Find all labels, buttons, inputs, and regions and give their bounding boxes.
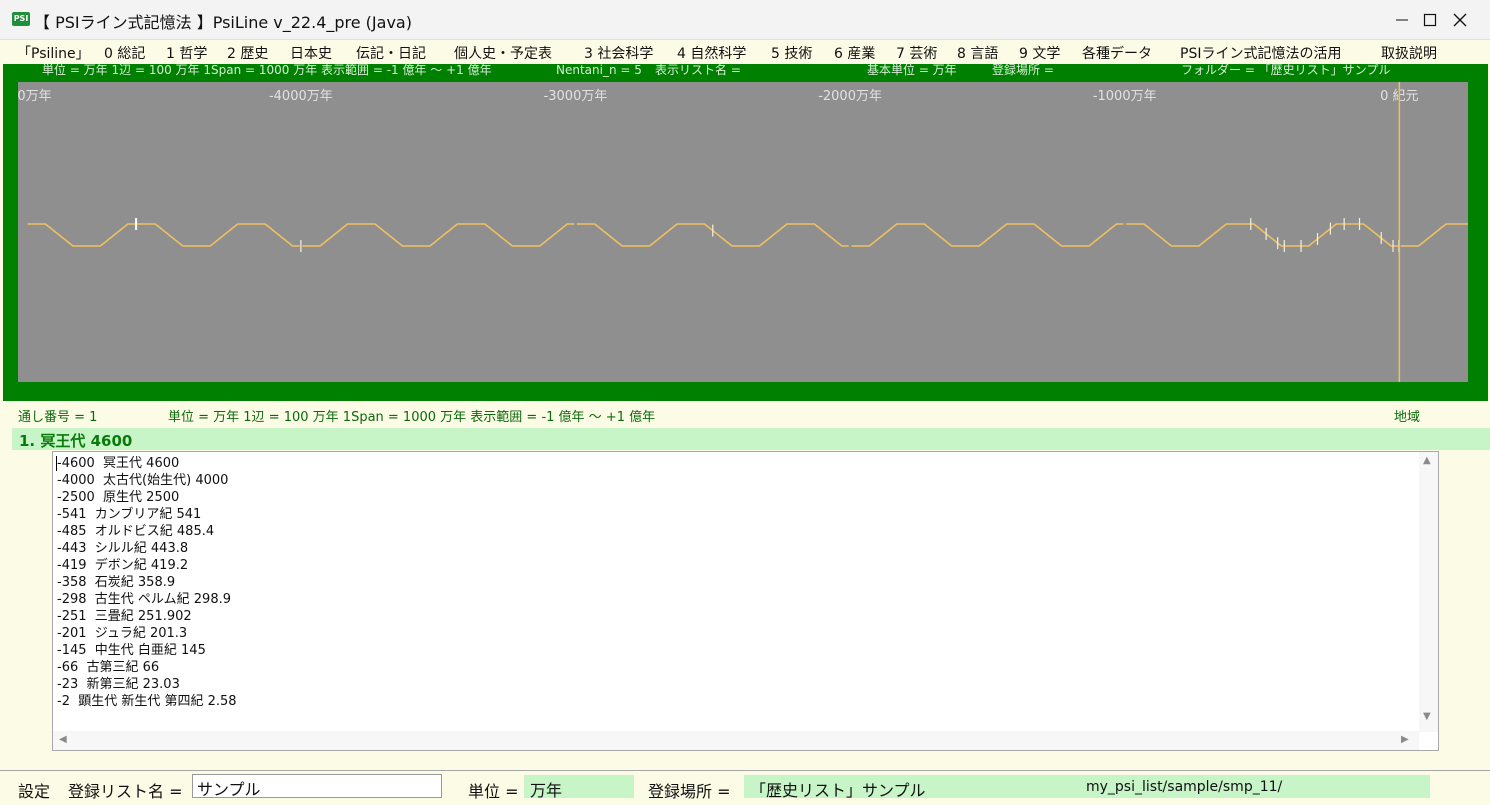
- menu-general[interactable]: 0 総記: [104, 43, 145, 63]
- scroll-left-icon[interactable]: ◀: [59, 734, 67, 745]
- header-base-unit: 基本単位 = 万年: [867, 63, 957, 77]
- event-list: -4600 冥王代 4600 -4000 太古代(始生代) 4000 -2500 原…: [57, 455, 237, 710]
- path-value: my_psi_list/sample/smp_11/: [1080, 775, 1430, 798]
- tick-label: -4000万年: [269, 89, 333, 104]
- header-location: 登録場所 =: [992, 63, 1054, 77]
- location-label: 登録場所 =: [648, 782, 731, 801]
- menu-language[interactable]: 8 言語: [957, 43, 998, 63]
- timeline-plot[interactable]: 000万年-4000万年-3000万年-2000万年-1000万年0 紀元: [18, 82, 1468, 382]
- list-name-input[interactable]: サンプル: [192, 774, 442, 799]
- event-list-textarea[interactable]: -4600 冥王代 4600 -4000 太古代(始生代) 4000 -2500 原…: [52, 451, 1439, 751]
- scroll-down-icon[interactable]: ▼: [1423, 711, 1431, 722]
- menu-history[interactable]: 2 歴史: [227, 43, 268, 63]
- menu-manual[interactable]: 取扱説明: [1381, 43, 1437, 63]
- list-line: -2 顕生代 新生代 第四紀 2.58: [57, 694, 237, 709]
- header-folder: フォルダー = 「歴史リスト」サンプル: [1181, 63, 1391, 77]
- unit-label: 単位 =: [468, 782, 519, 801]
- list-line: -4000 太古代(始生代) 4000: [57, 473, 229, 488]
- close-button[interactable]: [1431, 0, 1489, 40]
- menu-biography-diary[interactable]: 伝記・日記: [356, 43, 426, 63]
- timeline-span-line: [1400, 223, 1468, 247]
- menu-bar: 「Psiline」 0 総記 1 哲学 2 歴史 日本史 伝記・日記 個人史・予…: [0, 40, 1490, 64]
- bottom-bar: 設定 登録リスト名 = サンプル 単位 = 万年 登録場所 = 「歴史リスト」サ…: [0, 770, 1490, 805]
- menu-data[interactable]: 各種データ: [1082, 43, 1152, 63]
- list-line: -2500 原生代 2500: [57, 490, 180, 505]
- menu-natural-science[interactable]: 4 自然科学: [677, 43, 746, 63]
- header-nentani: Nentani_n = 5: [556, 63, 642, 77]
- menu-industry[interactable]: 6 産業: [834, 43, 875, 63]
- window-title: 【 PSIライン式記憶法 】PsiLine v_22.4_pre (Java): [34, 13, 412, 32]
- serial-number: 通し番号 = 1: [18, 410, 98, 425]
- app-icon: PSI: [12, 12, 30, 26]
- list-line: -298 古生代 ペルム紀 298.9: [57, 592, 231, 607]
- menu-social-science[interactable]: 3 社会科学: [584, 43, 653, 63]
- list-line: -66 古第三紀 66: [57, 660, 160, 675]
- list-line: -23 新第三紀 23.03: [57, 677, 180, 692]
- status-unit-info: 単位 = 万年 1辺 = 100 万年 1Span = 1000 万年 表示範囲…: [168, 410, 656, 425]
- scroll-up-icon[interactable]: ▲: [1423, 455, 1431, 466]
- list-line: -419 デボン紀 419.2: [57, 558, 189, 573]
- timeline-span-line: [1126, 223, 1398, 247]
- header-unit-info: 単位 = 万年 1辺 = 100 万年 1Span = 1000 万年 表示範囲…: [42, 63, 492, 77]
- menu-psiline[interactable]: 「Psiline」: [17, 43, 90, 63]
- settings-button[interactable]: 設定: [18, 778, 50, 802]
- close-icon: [1453, 13, 1467, 27]
- list-line: -4600 冥王代 4600: [57, 456, 180, 471]
- location-value: 「歴史リスト」サンプル: [744, 775, 1080, 800]
- selected-item-title: 1. 冥王代 4600: [19, 432, 133, 450]
- horizontal-scrollbar[interactable]: ◀ ▶: [53, 731, 1419, 750]
- title-bar: PSI 【 PSIライン式記憶法 】PsiLine v_22.4_pre (Ja…: [0, 0, 1490, 40]
- list-line: -145 中生代 白亜紀 145: [57, 643, 206, 658]
- scroll-right-icon[interactable]: ▶: [1401, 734, 1409, 745]
- menu-philosophy[interactable]: 1 哲学: [166, 43, 207, 63]
- menu-literature[interactable]: 9 文学: [1019, 43, 1060, 63]
- list-line: -485 オルドビス紀 485.4: [57, 524, 215, 539]
- menu-personal-history[interactable]: 個人史・予定表: [454, 43, 552, 63]
- list-name-label: 登録リスト名 =: [68, 782, 183, 801]
- menu-arts[interactable]: 7 芸術: [896, 43, 937, 63]
- header-list-name: 表示リスト名 =: [655, 63, 741, 77]
- list-line: -251 三畳紀 251.902: [57, 609, 192, 624]
- tick-label: -3000万年: [544, 89, 608, 104]
- tick-label: -2000万年: [818, 89, 882, 104]
- menu-technology[interactable]: 5 技術: [771, 43, 812, 63]
- list-line: -201 ジュラ紀 201.3: [57, 626, 188, 641]
- timeline-chart: 000万年-4000万年-3000万年-2000万年-1000万年0 紀元: [18, 82, 1468, 382]
- timeline-span-line: [27, 223, 300, 247]
- region-label: 地域: [1394, 410, 1421, 425]
- vertical-scrollbar[interactable]: ▲ ▼: [1419, 452, 1438, 732]
- timeline-span-line: [302, 223, 575, 247]
- timeline-span-line: [851, 223, 1124, 247]
- list-line: -541 カンブリア紀 541: [57, 507, 202, 522]
- list-line: -443 シルル紀 443.8: [57, 541, 189, 556]
- unit-value: 万年: [524, 775, 634, 800]
- menu-usage[interactable]: PSIライン式記憶法の活用: [1180, 43, 1341, 63]
- selected-item-bar[interactable]: 1. 冥王代 4600: [12, 428, 1490, 450]
- menu-japanese-history[interactable]: 日本史: [290, 43, 332, 63]
- tick-label: -1000万年: [1093, 89, 1157, 104]
- tick-label: 000万年: [18, 89, 52, 104]
- list-line: -358 石炭紀 358.9: [57, 575, 176, 590]
